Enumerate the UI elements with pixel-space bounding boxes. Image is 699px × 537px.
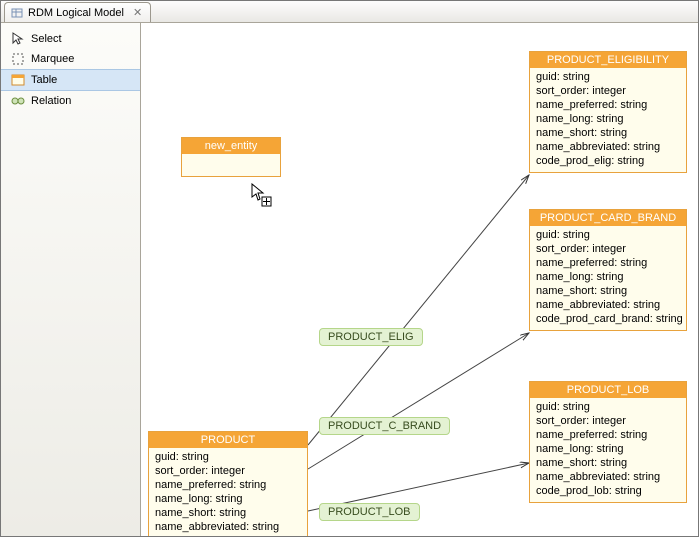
entity-attribute: guid: string bbox=[155, 450, 301, 464]
table-icon bbox=[11, 73, 25, 87]
diagram-canvas[interactable]: new_entityPRODUCTguid: stringsort_order:… bbox=[141, 23, 698, 536]
entity-attribute: name_short: string bbox=[536, 126, 680, 140]
entity-attribute: sort_order: integer bbox=[155, 464, 301, 478]
cursor-icon bbox=[11, 32, 25, 46]
entity-attribute: name_preferred: string bbox=[155, 478, 301, 492]
entity-attribute: name_preferred: string bbox=[536, 256, 680, 270]
entity-prod_cbrand[interactable]: PRODUCT_CARD_BRANDguid: stringsort_order… bbox=[529, 209, 687, 331]
palette-item-label: Marquee bbox=[31, 53, 74, 65]
entity-attribute: code_prod_elig: string bbox=[536, 154, 680, 168]
entity-attribute: name_preferred: string bbox=[536, 98, 680, 112]
entity-attribute: guid: string bbox=[536, 400, 680, 414]
entity-attribute: name_abbreviated: string bbox=[155, 520, 301, 534]
entity-body: guid: stringsort_order: integername_pref… bbox=[530, 398, 686, 502]
palette-item-marquee[interactable]: Marquee bbox=[1, 49, 140, 69]
cursor-icon bbox=[251, 183, 271, 205]
tool-palette: Select Marquee Table Relation bbox=[1, 23, 141, 536]
model-icon bbox=[11, 7, 23, 19]
entity-attribute: name_long: string bbox=[155, 492, 301, 506]
tab-bar: RDM Logical Model ✕ bbox=[1, 1, 698, 23]
entity-attribute: sort_order: integer bbox=[536, 414, 680, 428]
entity-attribute: code_prod_card_brand: string bbox=[536, 312, 680, 326]
entity-product[interactable]: PRODUCTguid: stringsort_order: integerna… bbox=[148, 431, 308, 536]
palette-item-label: Table bbox=[31, 74, 57, 86]
entity-title: PRODUCT_LOB bbox=[530, 382, 686, 398]
entity-title: PRODUCT bbox=[149, 432, 307, 448]
entity-attribute: name_short: string bbox=[536, 284, 680, 298]
entity-body: guid: stringsort_order: integername_pref… bbox=[530, 68, 686, 172]
entity-attribute: code_prod_lob: string bbox=[536, 484, 680, 498]
entity-title: PRODUCT_CARD_BRAND bbox=[530, 210, 686, 226]
relation-label[interactable]: PRODUCT_C_BRAND bbox=[319, 417, 450, 435]
entity-attribute: name_long: string bbox=[536, 442, 680, 456]
entity-attribute: name_preferred: string bbox=[536, 428, 680, 442]
relation-label[interactable]: PRODUCT_LOB bbox=[319, 503, 420, 521]
relation-label[interactable]: PRODUCT_ELIG bbox=[319, 328, 423, 346]
entity-attribute: name_abbreviated: string bbox=[536, 298, 680, 312]
entity-attribute: sort_order: integer bbox=[536, 84, 680, 98]
entity-attribute: guid: string bbox=[536, 70, 680, 84]
close-icon[interactable]: ✕ bbox=[133, 6, 142, 19]
tab-title: RDM Logical Model bbox=[28, 7, 124, 19]
entity-body: guid: stringsort_order: integername_pref… bbox=[530, 226, 686, 330]
entity-attribute: name_abbreviated: string bbox=[536, 140, 680, 154]
entity-new_entity[interactable]: new_entity bbox=[181, 137, 281, 177]
entity-attribute: name_short: string bbox=[536, 456, 680, 470]
palette-item-label: Relation bbox=[31, 95, 71, 107]
entity-attribute: name_long: string bbox=[536, 112, 680, 126]
palette-item-select[interactable]: Select bbox=[1, 29, 140, 49]
editor-tab[interactable]: RDM Logical Model ✕ bbox=[4, 2, 151, 22]
entity-attribute: name_abbreviated: string bbox=[536, 470, 680, 484]
entity-prod_elig[interactable]: PRODUCT_ELIGIBILITYguid: stringsort_orde… bbox=[529, 51, 687, 173]
entity-prod_lob[interactable]: PRODUCT_LOBguid: stringsort_order: integ… bbox=[529, 381, 687, 503]
palette-item-relation[interactable]: Relation bbox=[1, 91, 140, 111]
entity-body bbox=[182, 154, 280, 176]
palette-item-table[interactable]: Table bbox=[1, 69, 140, 91]
palette-item-label: Select bbox=[31, 33, 62, 45]
entity-attribute: name_short: string bbox=[155, 506, 301, 520]
entity-attribute: guid: string bbox=[536, 228, 680, 242]
entity-attribute: sort_order: integer bbox=[536, 242, 680, 256]
entity-attribute: name_long: string bbox=[536, 270, 680, 284]
entity-body: guid: stringsort_order: integername_pref… bbox=[149, 448, 307, 536]
entity-title: PRODUCT_ELIGIBILITY bbox=[530, 52, 686, 68]
marquee-icon bbox=[11, 52, 25, 66]
relation-icon bbox=[11, 94, 25, 108]
entity-title: new_entity bbox=[182, 138, 280, 154]
